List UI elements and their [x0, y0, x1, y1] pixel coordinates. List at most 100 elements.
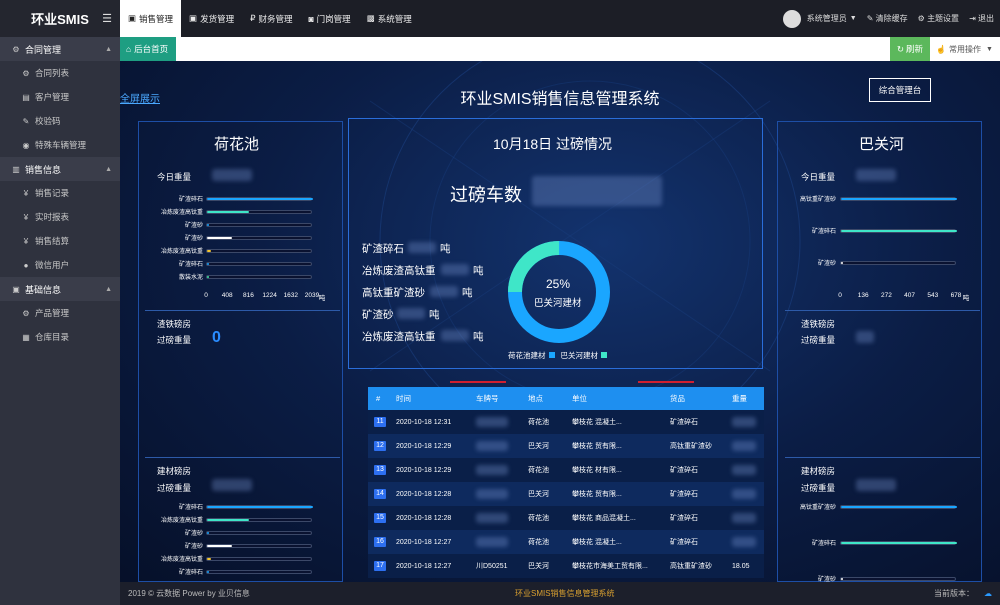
top-nav-tab[interactable]: ₽ 财务管理	[242, 0, 300, 37]
bar-fill	[207, 545, 232, 547]
top-nav-tab-label: 销售管理	[139, 13, 174, 24]
sidebar-item[interactable]: ⚙ 产品管理	[0, 301, 120, 325]
bar-fill	[207, 571, 209, 573]
refresh-button[interactable]: ↻ 刷新	[890, 37, 930, 61]
page-tabbar: ⌂ 后台首页 ↻ 刷新 ☝ 常用操作 ▼	[120, 37, 1000, 61]
sidebar-item-label: 特殊车辆管理	[35, 140, 87, 150]
redacted-value	[476, 537, 508, 547]
sidebar-group[interactable]: ▥ 销售信息 ▲	[0, 157, 120, 181]
right-site-name: 巴关河	[859, 136, 905, 153]
top-nav-tab[interactable]: ▣ 销售管理	[120, 0, 182, 37]
sidebar-item[interactable]: ▤ 客户管理	[0, 85, 120, 109]
user-menu[interactable]: 系统管理员 ▼	[782, 9, 857, 28]
center-item-name: 矿渣碎石	[362, 243, 404, 255]
table-header-cell: #	[376, 394, 381, 403]
sidebar-item[interactable]: ◉ 特殊车辆管理	[0, 133, 120, 157]
sidebar-item[interactable]: ¥ 销售结算	[0, 229, 120, 253]
left-sec2-title: 渣铁磅房	[157, 319, 192, 329]
bar-fill	[207, 237, 232, 239]
axis-tick: 0	[838, 292, 842, 299]
bar-fill	[207, 198, 313, 200]
bar-track	[206, 223, 312, 227]
table-row[interactable]: 13 2020-10-18 12:29 荷花池 攀枝花 材有限... 矿渣碎石	[368, 458, 764, 482]
eraser-icon: ✎	[866, 14, 874, 23]
bar-track	[840, 577, 956, 581]
table-row[interactable]: 14 2020-10-18 12:28 巴关河 攀枝花 贸有限... 矿渣碎石	[368, 482, 764, 506]
divider	[145, 457, 340, 458]
axis-tick: 408	[221, 292, 233, 299]
table-cell: 2020-10-18 12:28	[396, 514, 452, 522]
footer-version: 当前版本：	[934, 589, 974, 598]
book-icon: ▦	[22, 332, 30, 342]
clear-cache-button[interactable]: ✎ 清除缓存	[867, 13, 908, 24]
donut-chart	[508, 241, 610, 343]
sidebar-item[interactable]: ¥ 销售记录	[0, 181, 120, 205]
redacted-value	[408, 242, 436, 253]
table-row[interactable]: 15 2020-10-18 12:28 荷花池 攀枝花 商品混凝土... 矿渣碎石	[368, 506, 764, 530]
sidebar-item[interactable]: ¥ 实时报表	[0, 205, 120, 229]
redacted-value	[856, 331, 874, 343]
image-icon: ▩	[366, 13, 375, 23]
center-item-unit: 吨	[429, 309, 440, 321]
sidebar-item[interactable]: ⚙ 合同列表	[0, 61, 120, 85]
theme-label: 主题设置	[927, 14, 960, 23]
axis-tick: 678	[950, 292, 962, 299]
chevron-up-icon: ▲	[105, 285, 112, 293]
compass-icon: ◉	[22, 140, 30, 150]
console-button[interactable]: 综合管理台	[869, 78, 931, 102]
divider	[785, 310, 980, 311]
menu-icon[interactable]: ☰	[102, 12, 112, 25]
sidebar-item-label: 微信用户	[35, 260, 70, 270]
table-row[interactable]: 11 2020-10-18 12:31 荷花池 攀枝花 混凝土... 矿渣碎石	[368, 410, 764, 434]
top-nav-tab[interactable]: ▣ 发货管理	[181, 0, 242, 37]
sidebar-item-label: 合同列表	[35, 68, 70, 78]
bar-label: 矿渣砂	[184, 531, 203, 537]
redacted-value	[732, 417, 756, 427]
axis-tick: 543	[927, 292, 939, 299]
table-row[interactable]: 17 2020-10-18 12:27 川D50251 巴关河 攀枝花市海美工贸有限..…	[368, 554, 764, 578]
dashboard-title: 环业SMIS销售信息管理系统	[460, 91, 660, 108]
home-icon: ⌂	[126, 44, 132, 54]
axis-tick: 吨	[962, 295, 970, 302]
sidebar-item-label: 实时报表	[35, 212, 70, 222]
chevron-up-icon: ▲	[105, 165, 112, 173]
yen-icon: ¥	[23, 188, 29, 198]
top-nav-tab-label: 系统管理	[377, 13, 412, 24]
sidebar: 环业SMIS ☰ ⚙ 合同管理 ▲ ⚙ 合同列表 ▤ 客户管理 ✎ 校验码 ◉ 特殊车辆管理 ▥ 销售信…	[0, 0, 120, 605]
theme-button[interactable]: ⚙ 主题设置	[918, 13, 959, 24]
sidebar-group[interactable]: ⚙ 合同管理 ▲	[0, 37, 120, 61]
logout-button[interactable]: ⇥ 退出	[969, 13, 994, 24]
top-nav-tab[interactable]: ◙ 门岗管理	[301, 0, 359, 37]
sidebar-item[interactable]: ✎ 校验码	[0, 109, 120, 133]
right-sec3-weight-label: 过磅重量	[801, 483, 836, 493]
table-cell: 矿渣碎石	[670, 467, 698, 474]
bar-fill	[841, 506, 957, 508]
sidebar-group[interactable]: ▣ 基础信息 ▲	[0, 277, 120, 301]
axis-tick: 272	[880, 292, 892, 299]
table-header-cell: 时间	[396, 394, 411, 403]
axis-tick: 1224	[262, 292, 277, 299]
table-cell: 攀枝花 商品混凝土...	[572, 515, 636, 522]
table-row[interactable]: 12 2020-10-18 12:29 巴关河 攀枝花 贸有限... 高钛重矿渣砂	[368, 434, 764, 458]
red-accent-right	[638, 381, 694, 383]
table-cell: 攀枝花 贸有限...	[572, 443, 622, 450]
tab-home[interactable]: ⌂ 后台首页	[120, 37, 176, 61]
idcard-icon: ▤	[22, 92, 30, 102]
table-cell: 矿渣碎石	[670, 419, 698, 426]
bar-label: 矿渣碎石	[811, 229, 836, 235]
table-row[interactable]: 16 2020-10-18 12:27 荷花池 攀枝花 混凝土... 矿渣碎石	[368, 530, 764, 554]
center-item-unit: 吨	[462, 287, 473, 299]
bar-label: 冶炼废渣高钛重	[160, 518, 203, 524]
sidebar-item[interactable]: ▦ 仓库目录	[0, 325, 120, 349]
left-site-name: 荷花池	[214, 136, 260, 153]
common-ops-dropdown[interactable]: ☝ 常用操作 ▼	[932, 37, 1000, 61]
top-nav-tab[interactable]: ▩ 系统管理	[359, 0, 420, 37]
table-cell: 攀枝花市海美工贸有限...	[572, 563, 648, 570]
avatar	[782, 9, 801, 28]
center-heading: 10月18日 过磅情况	[493, 136, 613, 152]
row-number: 16	[374, 537, 386, 547]
sidebar-item[interactable]: ● 微信用户	[0, 253, 120, 277]
top-right-tools: 系统管理员 ▼ ✎ 清除缓存 ⚙ 主题设置 ⇥ 退出	[782, 0, 994, 37]
left-panel-frame	[138, 121, 343, 582]
fullscreen-link[interactable]: 全屏展示	[120, 90, 160, 105]
